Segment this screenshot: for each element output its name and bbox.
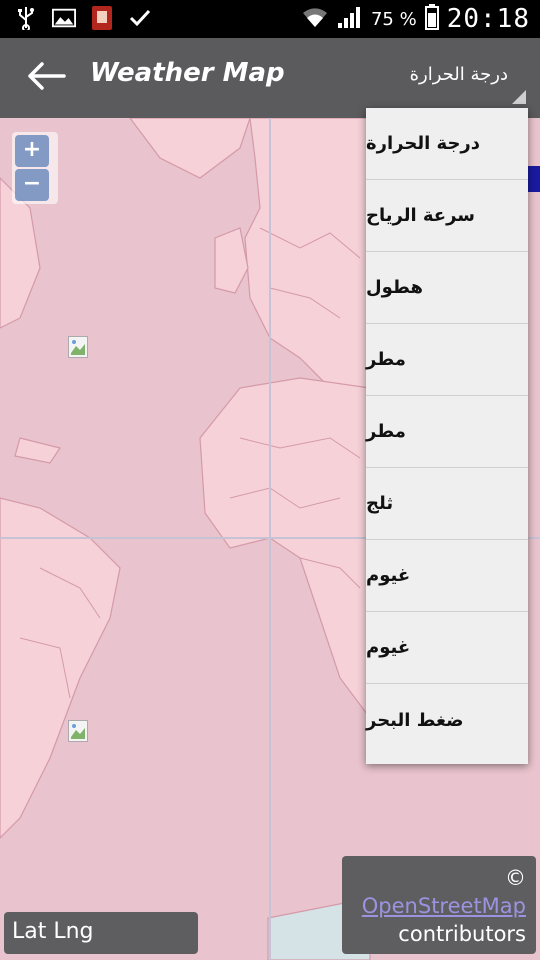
broken-image-icon xyxy=(68,336,88,358)
page-title: Weather Map xyxy=(90,58,285,88)
usb-icon xyxy=(14,6,38,30)
menu-item-clouds[interactable]: غيوم xyxy=(366,540,528,612)
zoom-in-button[interactable]: + xyxy=(15,135,49,167)
app-icon xyxy=(90,6,114,30)
clock: 20:18 xyxy=(446,4,530,34)
menu-item-rain-2[interactable]: مطر xyxy=(366,396,528,468)
system-icons: 75 % 20:18 xyxy=(301,2,530,36)
menu-item-temperature[interactable]: درجة الحرارة xyxy=(366,108,528,180)
wifi-icon xyxy=(301,5,329,33)
spinner-arrow-icon xyxy=(512,90,526,104)
map-edge-marker xyxy=(528,166,540,192)
layer-dropdown-menu: درجة الحرارة سرعة الرياح هطول مطر مطر ثل… xyxy=(366,108,528,764)
status-bar: 75 % 20:18 xyxy=(0,0,540,38)
image-icon xyxy=(52,6,76,30)
signal-icon xyxy=(337,5,363,33)
battery-percent: 75 % xyxy=(370,8,417,30)
broken-image-icon xyxy=(68,720,88,742)
attribution-suffix: contributors xyxy=(398,922,526,946)
copyright-symbol: © xyxy=(505,866,526,890)
layer-spinner[interactable]: درجة الحرارة xyxy=(380,56,526,104)
map-attribution: © OpenStreetMap contributors xyxy=(342,856,536,954)
battery-icon xyxy=(424,4,439,34)
action-bar: Weather Map درجة الحرارة xyxy=(0,38,540,118)
zoom-out-button[interactable]: − xyxy=(15,169,49,201)
menu-item-snow[interactable]: ثلج xyxy=(366,468,528,540)
check-icon xyxy=(128,6,152,30)
back-button[interactable] xyxy=(18,56,74,100)
menu-item-sea-pressure[interactable]: ضغط البحر xyxy=(366,684,528,756)
spinner-selected-label: درجة الحرارة xyxy=(409,64,508,85)
lat-lng-readout: Lat Lng xyxy=(4,912,198,954)
menu-item-clouds-2[interactable]: غيوم xyxy=(366,612,528,684)
openstreetmap-link[interactable]: OpenStreetMap xyxy=(362,894,526,918)
arrow-left-icon xyxy=(26,61,66,95)
menu-item-precipitation[interactable]: هطول xyxy=(366,252,528,324)
menu-item-rain[interactable]: مطر xyxy=(366,324,528,396)
menu-item-wind-speed[interactable]: سرعة الرياح xyxy=(366,180,528,252)
notification-icons xyxy=(14,6,152,30)
zoom-control: + − xyxy=(12,132,58,204)
